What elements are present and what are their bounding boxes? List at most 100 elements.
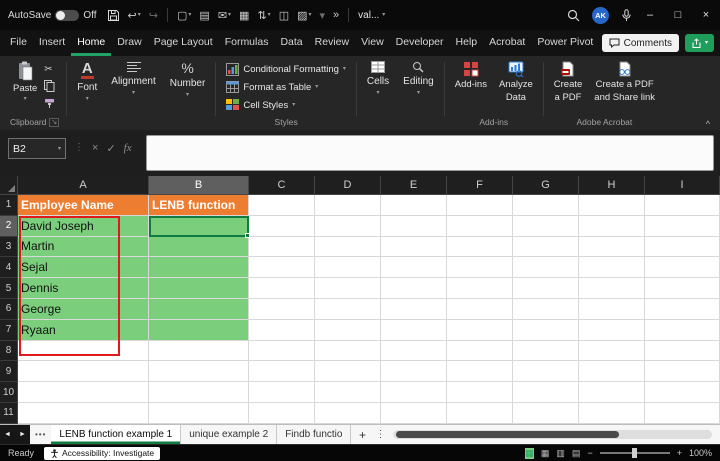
ribbon-tab-insert[interactable]: Insert (33, 30, 71, 56)
ribbon-tab-power-pivot[interactable]: Power Pivot (531, 30, 599, 56)
collapse-ribbon-button[interactable]: ^ (706, 119, 710, 129)
cell-I7[interactable] (645, 319, 720, 341)
ribbon-tab-draw[interactable]: Draw (111, 30, 148, 56)
row-header-2[interactable]: 2 (0, 215, 18, 237)
accessibility-button[interactable]: Accessibility: Investigate (44, 446, 161, 460)
cells-group-button[interactable]: Cells ▾ (360, 56, 396, 130)
horizontal-scrollbar-thumb[interactable] (396, 431, 620, 438)
row-header-11[interactable]: 11 (0, 402, 18, 424)
cell-C6[interactable] (249, 298, 315, 320)
normal-view-icon[interactable]: ▦ (541, 448, 550, 459)
cell-B4[interactable] (149, 257, 249, 279)
cell-G3[interactable] (513, 236, 579, 258)
column-header-E[interactable]: E (381, 176, 447, 195)
ribbon-tab-file[interactable]: File (4, 30, 33, 56)
cell-C5[interactable] (249, 278, 315, 299)
redo-button[interactable]: ↪ (149, 9, 158, 22)
cell-A5[interactable]: Dennis (18, 278, 149, 299)
cell-A2[interactable]: David Joseph (18, 215, 149, 237)
horizontal-scrollbar[interactable] (393, 430, 712, 439)
workbook-title[interactable]: val... ▾ (358, 10, 385, 21)
cell-I1[interactable] (645, 195, 720, 216)
sheet-tab-findb-function[interactable]: Findb functio (277, 425, 352, 444)
cell-B1[interactable]: LENB function (149, 195, 249, 216)
sheet-options-icon[interactable]: ⋮ (375, 429, 385, 440)
cell-G2[interactable] (513, 215, 579, 237)
column-header-D[interactable]: D (315, 176, 381, 195)
cell-F9[interactable] (447, 361, 513, 383)
cell-D11[interactable] (315, 402, 381, 424)
row-header-5[interactable]: 5 (0, 278, 18, 299)
cell-B6[interactable] (149, 298, 249, 320)
cell-E9[interactable] (381, 361, 447, 383)
analyze-data-button[interactable]: Analyze Data (496, 60, 536, 105)
zoom-slider[interactable] (599, 448, 670, 458)
column-header-H[interactable]: H (579, 176, 645, 195)
formula-input[interactable] (145, 135, 714, 171)
cell-B7[interactable] (149, 319, 249, 341)
cell-B3[interactable] (149, 236, 249, 258)
alignment-group-button[interactable]: Alignment ▾ (104, 56, 162, 130)
row-header-10[interactable]: 10 (0, 382, 18, 403)
cell-F11[interactable] (447, 402, 513, 424)
cell-C10[interactable] (249, 382, 315, 403)
conditional-formatting-button[interactable]: Conditional Formatting ▾ (223, 60, 349, 78)
formula-bar-splitter[interactable]: ⋮ (74, 142, 84, 153)
cell-E5[interactable] (381, 278, 447, 299)
close-button[interactable]: × (692, 0, 720, 30)
more-commands-button[interactable]: ▾ (320, 9, 326, 22)
cell-D5[interactable] (315, 278, 381, 299)
cancel-button[interactable]: × (92, 142, 98, 154)
cell-H11[interactable] (579, 402, 645, 424)
ribbon-tab-review[interactable]: Review (309, 30, 355, 56)
ribbon-tab-home[interactable]: Home (71, 30, 111, 56)
cell-I3[interactable] (645, 236, 720, 258)
zoom-in-button[interactable]: + (677, 448, 682, 458)
cell-A8[interactable] (18, 340, 149, 362)
cell-H7[interactable] (579, 319, 645, 341)
cell-I9[interactable] (645, 361, 720, 383)
create-pdf-button[interactable]: Create a PDF (551, 60, 586, 105)
cell-D9[interactable] (315, 361, 381, 383)
cell-G9[interactable] (513, 361, 579, 383)
cell-C3[interactable] (249, 236, 315, 258)
cell-I8[interactable] (645, 340, 720, 362)
sheet-tab-lenb-example-1[interactable]: LENB function example 1 (51, 425, 182, 444)
zoom-level[interactable]: 100% (689, 448, 712, 458)
cell-G5[interactable] (513, 278, 579, 299)
cell-F5[interactable] (447, 278, 513, 299)
page-layout-view-icon[interactable]: ▥ (556, 448, 565, 459)
cell-D10[interactable] (315, 382, 381, 403)
cell-H8[interactable] (579, 340, 645, 362)
cell-D7[interactable] (315, 319, 381, 341)
zoom-out-button[interactable]: − (587, 448, 592, 458)
cell-A10[interactable] (18, 382, 149, 403)
cell-B8[interactable] (149, 340, 249, 362)
ribbon-tab-page-layout[interactable]: Page Layout (148, 30, 219, 56)
create-pdf-share-button[interactable]: Create a PDF and Share link (591, 60, 658, 105)
column-header-C[interactable]: C (249, 176, 315, 195)
cell-B9[interactable] (149, 361, 249, 383)
qat-sort-button[interactable]: ⇅ ▾ (257, 9, 270, 22)
qat-shading-button[interactable]: ▨ ▾ (297, 9, 311, 22)
cell-E7[interactable] (381, 319, 447, 341)
cell-C2[interactable] (249, 215, 315, 237)
cell-F8[interactable] (447, 340, 513, 362)
column-header-G[interactable]: G (513, 176, 579, 195)
cell-A1[interactable]: Employee Name (18, 195, 149, 216)
cell-I10[interactable] (645, 382, 720, 403)
ribbon-tab-help[interactable]: Help (450, 30, 484, 56)
cell-F10[interactable] (447, 382, 513, 403)
font-group-button[interactable]: A Font ▾ (70, 56, 104, 130)
cell-F4[interactable] (447, 257, 513, 279)
cell-G1[interactable] (513, 195, 579, 216)
cell-F6[interactable] (447, 298, 513, 320)
cell-A3[interactable]: Martin (18, 236, 149, 258)
search-button[interactable] (567, 9, 580, 22)
cell-C4[interactable] (249, 257, 315, 279)
cell-E3[interactable] (381, 236, 447, 258)
mic-button[interactable] (621, 8, 632, 22)
cell-F7[interactable] (447, 319, 513, 341)
column-header-I[interactable]: I (645, 176, 720, 195)
cell-D3[interactable] (315, 236, 381, 258)
